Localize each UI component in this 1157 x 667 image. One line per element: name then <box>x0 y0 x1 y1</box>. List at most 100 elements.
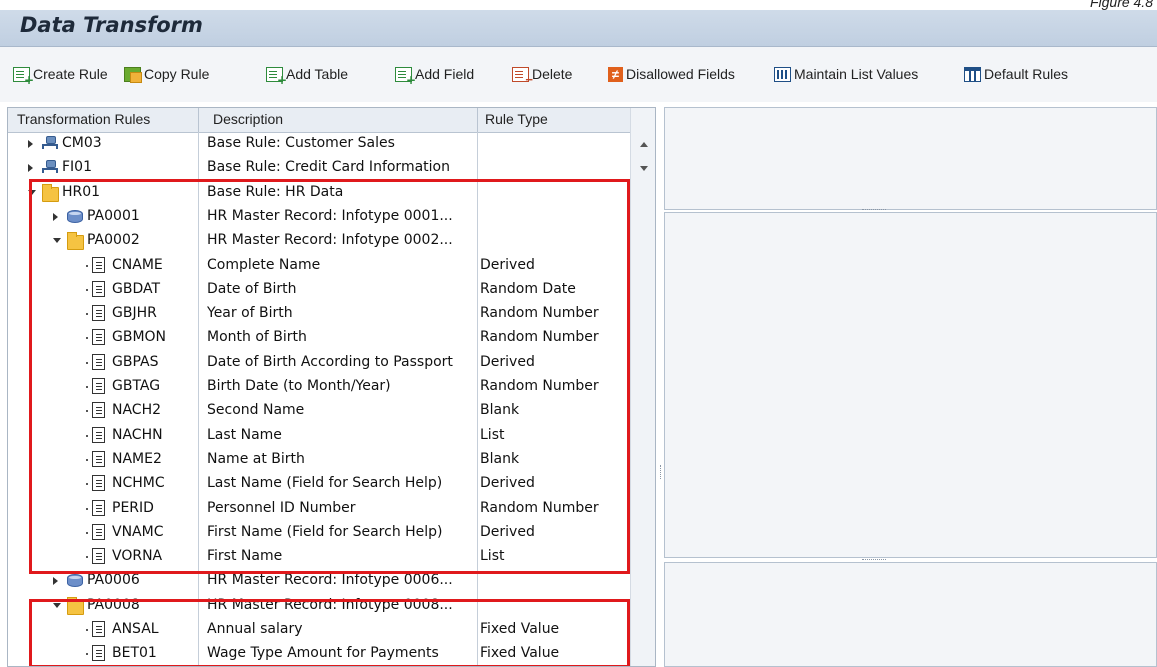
column-separator[interactable] <box>198 108 199 132</box>
rule-type: Derived <box>480 475 535 492</box>
rule-type: Blank <box>480 450 520 467</box>
maintain-list-values-button[interactable]: Maintain List Values <box>774 63 918 85</box>
node-description: Year of Birth <box>207 305 293 322</box>
node-id[interactable]: GBJHR <box>112 305 157 321</box>
field-row[interactable]: GBPAS Date of Birth According to Passport… <box>8 351 630 375</box>
default-rules-button[interactable]: Default Rules <box>964 63 1068 85</box>
node-id[interactable]: NAME2 <box>112 451 162 467</box>
node-description: Birth Date (to Month/Year) <box>207 378 391 394</box>
field-document-icon <box>92 621 105 637</box>
rule-icon <box>42 159 58 175</box>
field-document-icon <box>92 305 105 322</box>
horizontal-splitter-grip[interactable] <box>862 209 886 211</box>
node-id[interactable]: GBPAS <box>112 354 158 370</box>
field-row[interactable]: NACH2 Second Name Blank <box>8 399 630 423</box>
node-id[interactable]: PA0006 <box>87 572 140 588</box>
field-row[interactable]: VNAMC First Name (Field for Search Help) D… <box>8 521 630 545</box>
add-field-button[interactable]: Add Field <box>395 63 474 87</box>
create-rule-button[interactable]: Create Rule <box>13 63 108 87</box>
node-id[interactable]: ANSAL <box>112 621 159 637</box>
node-description: Second Name <box>207 402 305 419</box>
database-table-icon <box>67 209 83 223</box>
field-row[interactable]: GBTAG Birth Date (to Month/Year) Random Nu… <box>8 375 630 399</box>
tree-node-row[interactable]: CM03 Base Rule: Customer Sales <box>8 132 630 156</box>
field-row[interactable]: GBJHR Year of Birth Random Number <box>8 302 630 326</box>
field-document-icon <box>92 329 105 346</box>
splitter-grip[interactable] <box>660 465 662 479</box>
page-title: Data Transform <box>20 13 203 37</box>
node-id[interactable]: NACH2 <box>112 402 161 418</box>
node-description: Wage Type Amount for Payments <box>207 645 439 662</box>
field-row[interactable]: ANSAL Annual salary Fixed Value <box>8 618 630 642</box>
node-id[interactable]: GBTAG <box>112 378 160 394</box>
horizontal-splitter-grip[interactable] <box>862 559 886 561</box>
transformation-rules-tree[interactable]: Transformation Rules Description Rule Ty… <box>7 107 656 667</box>
node-id[interactable]: VNAMC <box>112 524 163 540</box>
node-description: Date of Birth <box>207 280 297 297</box>
node-id[interactable]: PA0008 <box>87 597 140 613</box>
column-header-transformation-rules[interactable]: Transformation Rules <box>17 111 150 127</box>
node-id[interactable]: GBDAT <box>112 281 160 297</box>
leaf-bullet-icon <box>86 313 88 316</box>
expanded-arrow-icon[interactable] <box>53 238 61 244</box>
add-table-button[interactable]: Add Table <box>266 63 349 87</box>
copy-rule-button[interactable]: Copy Rule <box>124 63 209 85</box>
collapsed-arrow-icon[interactable] <box>53 577 58 586</box>
tree-node-row[interactable]: PA0006 HR Master Record: Infotype 0006... <box>8 569 630 593</box>
field-row[interactable]: CNAME Complete Name Derived <box>8 254 630 278</box>
tree-node-row[interactable]: PA0001 HR Master Record: Infotype 0001... <box>8 205 630 229</box>
field-row[interactable]: GBMON Month of Birth Random Number <box>8 326 630 350</box>
node-id[interactable]: CNAME <box>112 257 163 273</box>
scroll-up-icon[interactable] <box>640 142 648 147</box>
pane-splitter[interactable] <box>657 107 664 667</box>
tree-node-row[interactable]: HR01 Base Rule: HR Data <box>8 181 630 205</box>
node-id[interactable]: FI01 <box>62 159 92 175</box>
leaf-bullet-icon <box>86 629 88 631</box>
vertical-scrollbar[interactable] <box>630 108 655 666</box>
rule-type: Random Date <box>480 280 576 297</box>
node-id[interactable]: VORNA <box>112 548 162 564</box>
column-divider <box>198 132 199 666</box>
scroll-down-icon[interactable] <box>640 166 648 171</box>
node-id[interactable]: PERID <box>112 500 154 516</box>
node-id[interactable]: HR01 <box>62 184 100 200</box>
detail-pane-bottom <box>664 562 1157 667</box>
collapsed-arrow-icon[interactable] <box>28 140 33 148</box>
field-row[interactable]: NAME2 Name at Birth Blank <box>8 448 630 472</box>
node-description: Base Rule: HR Data <box>207 183 344 200</box>
node-description: Last Name <box>207 426 282 443</box>
node-id[interactable]: CM03 <box>62 135 102 151</box>
field-row[interactable]: GBDAT Date of Birth Random Date <box>8 278 630 302</box>
tree-node-row[interactable]: PA0008 HR Master Record: Infotype 0008... <box>8 594 630 618</box>
delete-button[interactable]: Delete <box>512 63 573 87</box>
collapsed-arrow-icon[interactable] <box>28 164 33 173</box>
field-row[interactable]: NCHMC Last Name (Field for Search Help) De… <box>8 472 630 496</box>
tree-node-row[interactable]: PA0002 HR Master Record: Infotype 0002... <box>8 229 630 253</box>
leaf-bullet-icon <box>86 434 88 437</box>
node-id[interactable]: PA0002 <box>87 232 140 248</box>
column-header-description[interactable]: Description <box>213 111 283 127</box>
collapsed-arrow-icon[interactable] <box>53 212 58 221</box>
field-row[interactable]: PERID Personnel ID Number Random Number <box>8 497 630 521</box>
node-id[interactable]: NCHMC <box>112 475 165 491</box>
node-id[interactable]: PA0001 <box>87 208 140 224</box>
add-table-label: Add Table <box>286 66 349 82</box>
open-folder-icon <box>67 596 84 615</box>
field-row[interactable]: VORNA First Name List <box>8 545 630 569</box>
delete-label: Delete <box>532 66 573 82</box>
column-header-rule-type[interactable]: Rule Type <box>485 111 548 127</box>
tree-node-row[interactable]: FI01 Base Rule: Credit Card Information <box>8 156 630 180</box>
node-id[interactable]: GBMON <box>112 329 166 345</box>
disallowed-fields-button[interactable]: ≠ Disallowed Fields <box>608 63 735 85</box>
expanded-arrow-icon[interactable] <box>28 189 36 195</box>
field-document-icon <box>92 353 105 370</box>
field-row[interactable]: NACHN Last Name List <box>8 424 630 448</box>
field-row[interactable]: BET01 Wage Type Amount for Payments Fixed … <box>8 642 630 666</box>
maintain-list-values-label: Maintain List Values <box>794 66 919 82</box>
expanded-arrow-icon[interactable] <box>53 602 61 608</box>
rule-type: Random Number <box>480 329 599 346</box>
node-id[interactable]: NACHN <box>112 427 163 443</box>
node-id[interactable]: BET01 <box>112 645 157 661</box>
field-document-icon <box>92 450 105 467</box>
column-separator[interactable] <box>477 108 478 132</box>
